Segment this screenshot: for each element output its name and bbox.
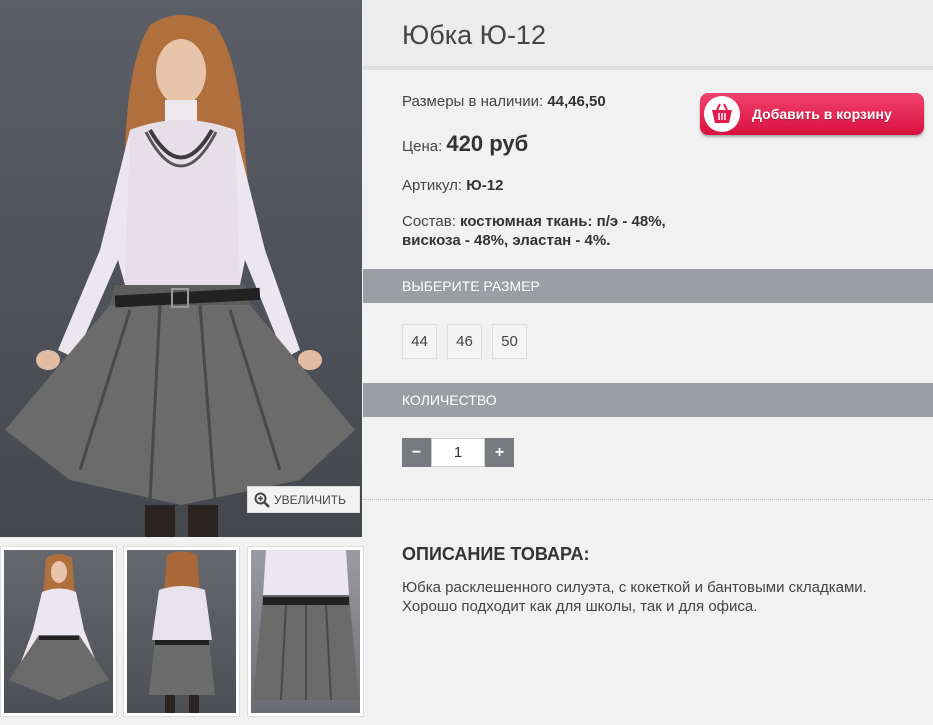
quantity-input[interactable] [431,438,485,467]
zoom-in-icon [254,492,270,508]
shopping-basket-icon [712,103,732,123]
description-heading: ОПИСАНИЕ ТОВАРА: [402,544,590,564]
thumbnail-detail[interactable] [247,546,364,717]
quantity-decrease-button[interactable]: − [402,438,431,467]
composition: Состав: костюмная ткань: п/э - 48%, виск… [402,212,682,250]
thumbnail-back-image [149,551,215,713]
sizes-value: 44,46,50 [547,93,606,110]
sizes-available: Размеры в наличии: 44,46,50 [402,93,606,110]
quantity-increase-button[interactable]: + [485,438,514,467]
thumbnail-front[interactable] [0,546,117,717]
add-to-cart-label: Добавить в корзину [752,106,892,122]
sku: Артикул: Ю-12 [402,177,503,194]
section-divider [363,499,933,500]
add-to-cart-button[interactable]: Добавить в корзину [700,93,924,135]
quantity-section-header: КОЛИЧЕСТВО [363,383,933,417]
composition-label: Состав: [402,213,456,230]
thumbnail-detail-image [253,550,359,701]
size-option-50[interactable]: 50 [492,324,527,359]
main-product-photo[interactable]: УВЕЛИЧИТЬ [0,0,362,537]
title-bar: Юбка Ю-12 [363,0,933,70]
size-section-header: ВЫБЕРИТЕ РАЗМЕР [363,269,933,303]
size-option-44[interactable]: 44 [402,324,437,359]
zoom-button[interactable]: УВЕЛИЧИТЬ [247,486,360,513]
zoom-label: УВЕЛИЧИТЬ [274,492,346,507]
price-label: Цена: [402,138,443,155]
price: Цена: 420 руб [402,131,528,157]
sizes-label: Размеры в наличии: [402,93,544,110]
cart-icon-circle [704,96,740,132]
thumbnail-back[interactable] [123,546,240,717]
model-illustration [5,15,355,537]
price-value: 420 руб [446,131,529,156]
sku-label: Артикул: [402,177,463,194]
sku-value: Ю-12 [466,177,504,194]
page-title: Юбка Ю-12 [402,20,546,50]
thumbnail-strip [0,546,364,725]
size-option-46[interactable]: 46 [447,324,482,359]
thumbnail-front-image [9,554,109,700]
description-text: Юбка расклешенного силуэта, с кокеткой и… [402,579,867,615]
